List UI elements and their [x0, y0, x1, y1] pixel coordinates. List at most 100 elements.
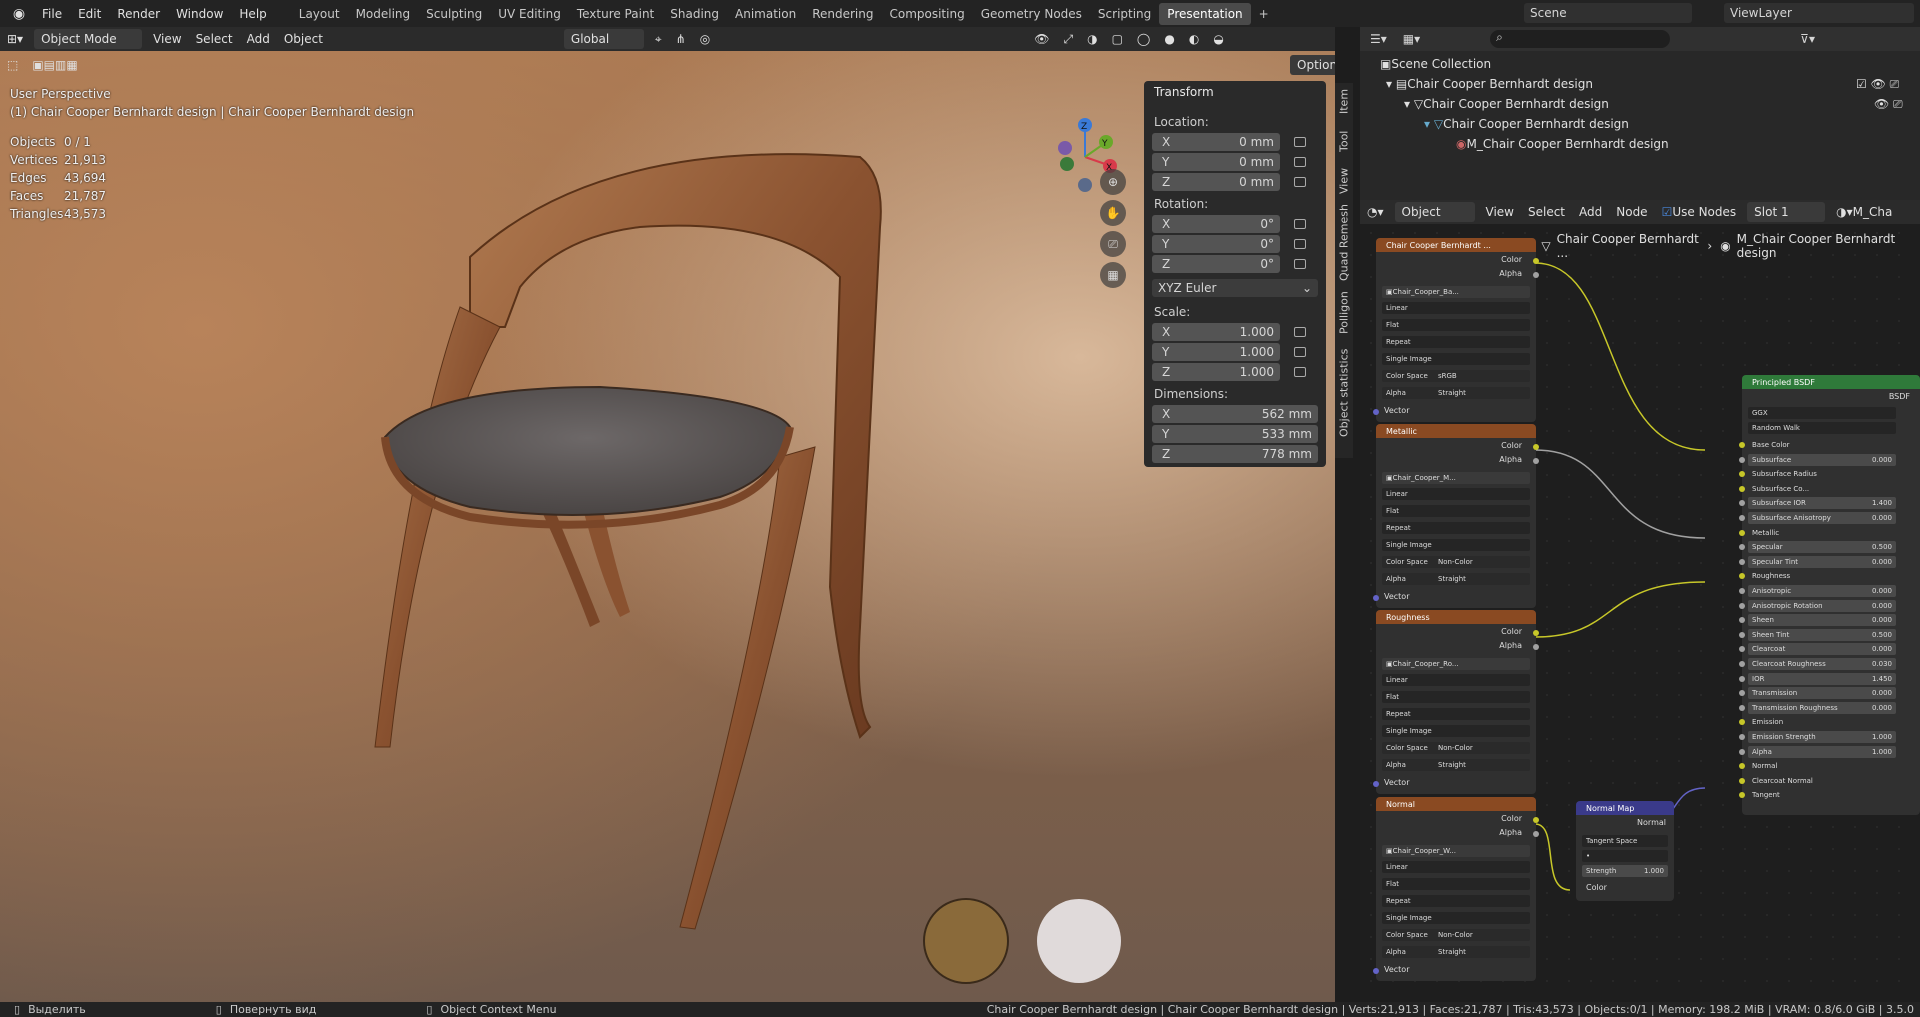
tab-object-statistics[interactable]: Object statistics	[1335, 343, 1353, 443]
bsdf-input-row[interactable]: Normal	[1748, 760, 1896, 772]
dimension-x-field[interactable]: X 562 mm	[1152, 405, 1318, 423]
scale-x-field[interactable]: X 1.000	[1152, 323, 1280, 341]
bsdf-input-row[interactable]: Emission	[1748, 716, 1896, 728]
filter-icon[interactable]: ⊽▾	[1800, 32, 1815, 46]
xray-icon[interactable]: ▢	[1105, 29, 1130, 49]
dimension-z-field[interactable]: Z 778 mm	[1152, 445, 1318, 463]
color-space-field[interactable]: Color Space Non-Color	[1382, 742, 1530, 754]
blender-logo-icon[interactable]: ◉	[8, 3, 30, 25]
lock-icon[interactable]	[1294, 367, 1306, 377]
lock-icon[interactable]	[1294, 157, 1306, 167]
bsdf-input-row[interactable]: Transmission 0.000	[1748, 687, 1896, 700]
visibility-toggles[interactable]: 👁 ⎚	[1874, 95, 1903, 113]
location-y-field[interactable]: Y 0 mm	[1152, 153, 1280, 171]
texture-option-dropdown[interactable]: Flat	[1382, 878, 1530, 890]
bsdf-input-row[interactable]: Subsurface 0.000	[1748, 453, 1896, 466]
color-socket[interactable]	[1533, 258, 1539, 264]
bsdf-input-row[interactable]: Clearcoat Roughness 0.030	[1748, 658, 1896, 670]
texture-option-dropdown[interactable]: Repeat	[1382, 708, 1530, 720]
bsdf-input-row[interactable]: Tangent	[1748, 789, 1896, 801]
bsdf-input-row[interactable]: Emission Strength 1.000	[1748, 731, 1896, 743]
tab-polligon[interactable]: Polligon	[1335, 288, 1353, 338]
bsdf-input-socket[interactable]	[1739, 456, 1745, 463]
location-z-field[interactable]: Z 0 mm	[1152, 173, 1280, 191]
bsdf-input-socket[interactable]	[1739, 675, 1745, 682]
shader-node-editor[interactable]: ◔▾ Object View Select Add Node ☑ Use Nod…	[1360, 200, 1920, 1002]
bsdf-input-row[interactable]: Roughness	[1748, 570, 1896, 582]
bsdf-input-row[interactable]: Subsurface Anisotropy 0.000	[1748, 512, 1896, 524]
vector-socket[interactable]	[1373, 781, 1379, 787]
lock-icon[interactable]	[1294, 327, 1306, 337]
bsdf-input-row[interactable]: Specular Tint 0.000	[1748, 555, 1896, 568]
outliner-row[interactable]: ▾ ▤ Chair Cooper Bernhardt design	[1386, 75, 1593, 93]
visibility-toggles[interactable]: ☑ 👁 ⎚	[1856, 75, 1899, 93]
tab-texture-paint[interactable]: Texture Paint	[569, 3, 662, 25]
tab-tool[interactable]: Tool	[1335, 123, 1353, 159]
bsdf-input-socket[interactable]	[1739, 719, 1745, 726]
tab-item[interactable]: Item	[1335, 83, 1353, 119]
bsdf-input-socket[interactable]	[1739, 631, 1745, 638]
texture-option-dropdown[interactable]: Flat	[1382, 691, 1530, 703]
alpha-socket[interactable]	[1533, 644, 1539, 650]
tab-scripting[interactable]: Scripting	[1090, 3, 1159, 25]
tab-animation[interactable]: Animation	[727, 3, 804, 25]
rotation-x-field[interactable]: X 0°	[1152, 215, 1280, 233]
scene-selector[interactable]: Scene	[1524, 3, 1692, 23]
tab-quad-remesh[interactable]: Quad Remesh	[1335, 203, 1353, 283]
texture-option-dropdown[interactable]: Single Image	[1382, 353, 1530, 365]
rotation-z-field[interactable]: Z 0°	[1152, 255, 1280, 273]
bsdf-input-socket[interactable]	[1739, 661, 1745, 667]
outliner-row[interactable]: ▣ Scene Collection	[1380, 55, 1491, 73]
scale-z-field[interactable]: Z 1.000	[1152, 363, 1280, 381]
tab-sculpting[interactable]: Sculpting	[418, 3, 490, 25]
rotation-y-field[interactable]: Y 0°	[1152, 235, 1280, 253]
bsdf-input-row[interactable]: Base Color	[1748, 439, 1896, 451]
texture-option-dropdown[interactable]: Single Image	[1382, 912, 1530, 924]
outliner-row[interactable]: ▾ ▽ Chair Cooper Bernhardt design	[1404, 95, 1609, 113]
bsdf-input-socket[interactable]	[1739, 734, 1745, 740]
editor-type-icon[interactable]: ☰▾	[1370, 32, 1387, 46]
lock-icon[interactable]	[1294, 239, 1306, 249]
vp-menu-object[interactable]: Object	[277, 29, 330, 49]
snap-icon[interactable]: ⋔	[669, 29, 693, 49]
menu-window[interactable]: Window	[168, 7, 231, 21]
menu-edit[interactable]: Edit	[70, 7, 109, 21]
camera-icon[interactable]: ⎚	[1100, 231, 1126, 257]
image-selector[interactable]: ▣ Chair_Cooper_W...	[1382, 845, 1530, 857]
pan-hand-icon[interactable]: ✋	[1100, 200, 1126, 226]
color-socket[interactable]	[1533, 817, 1539, 823]
image-texture-node[interactable]: Metallic Color Alpha ▣ Chair_Cooper_M... Lin…	[1373, 424, 1539, 608]
display-mode-icon[interactable]: ▦▾	[1403, 32, 1420, 46]
tab-geometry-nodes[interactable]: Geometry Nodes	[973, 3, 1090, 25]
gizmo-toggle-icon[interactable]: ⤢	[1056, 29, 1080, 49]
tab-shading[interactable]: Shading	[662, 3, 727, 25]
lock-icon[interactable]	[1294, 259, 1306, 269]
menu-render[interactable]: Render	[109, 7, 168, 21]
vp-menu-add[interactable]: Add	[240, 29, 277, 49]
texture-option-dropdown[interactable]: Flat	[1382, 505, 1530, 517]
bsdf-input-row[interactable]: Clearcoat Normal	[1748, 775, 1896, 787]
bsdf-input-socket[interactable]	[1739, 485, 1745, 492]
texture-option-dropdown[interactable]: Single Image	[1382, 725, 1530, 737]
bsdf-input-socket[interactable]	[1739, 558, 1745, 565]
3d-viewport[interactable]: ⊞▾ Object Mode View Select Add Object Gl…	[0, 27, 1335, 1002]
options-button[interactable]: Options	[1290, 55, 1335, 75]
perspective-grid-icon[interactable]: ▦	[1100, 262, 1126, 288]
viewlayer-selector[interactable]: ViewLayer	[1724, 3, 1914, 23]
image-texture-node[interactable]: Normal Color Alpha ▣ Chair_Cooper_W... Linea…	[1373, 797, 1539, 981]
texture-option-dropdown[interactable]: Linear	[1382, 861, 1530, 873]
alpha-mode-field[interactable]: Alpha Straight	[1382, 573, 1530, 585]
dimension-y-field[interactable]: Y 533 mm	[1152, 425, 1318, 443]
texture-option-dropdown[interactable]: Repeat	[1382, 895, 1530, 907]
principled-bsdf-node[interactable]: Principled BSDF BSDF GGX Random Walk Bas…	[1739, 375, 1920, 815]
image-texture-node[interactable]: Chair Cooper Bernhardt ... Color Alpha ▣ Ch…	[1373, 238, 1539, 422]
lock-icon[interactable]	[1294, 347, 1306, 357]
color-space-field[interactable]: Color Space sRGB	[1382, 370, 1530, 382]
outliner-search-input[interactable]: ⌕	[1490, 30, 1671, 48]
lock-icon[interactable]	[1294, 137, 1306, 147]
tab-rendering[interactable]: Rendering	[804, 3, 881, 25]
bsdf-input-socket[interactable]	[1739, 544, 1745, 551]
image-selector[interactable]: ▣ Chair_Cooper_Ba...	[1382, 286, 1530, 298]
texture-option-dropdown[interactable]: Repeat	[1382, 336, 1530, 348]
image-selector[interactable]: ▣ Chair_Cooper_Ro...	[1382, 658, 1530, 670]
